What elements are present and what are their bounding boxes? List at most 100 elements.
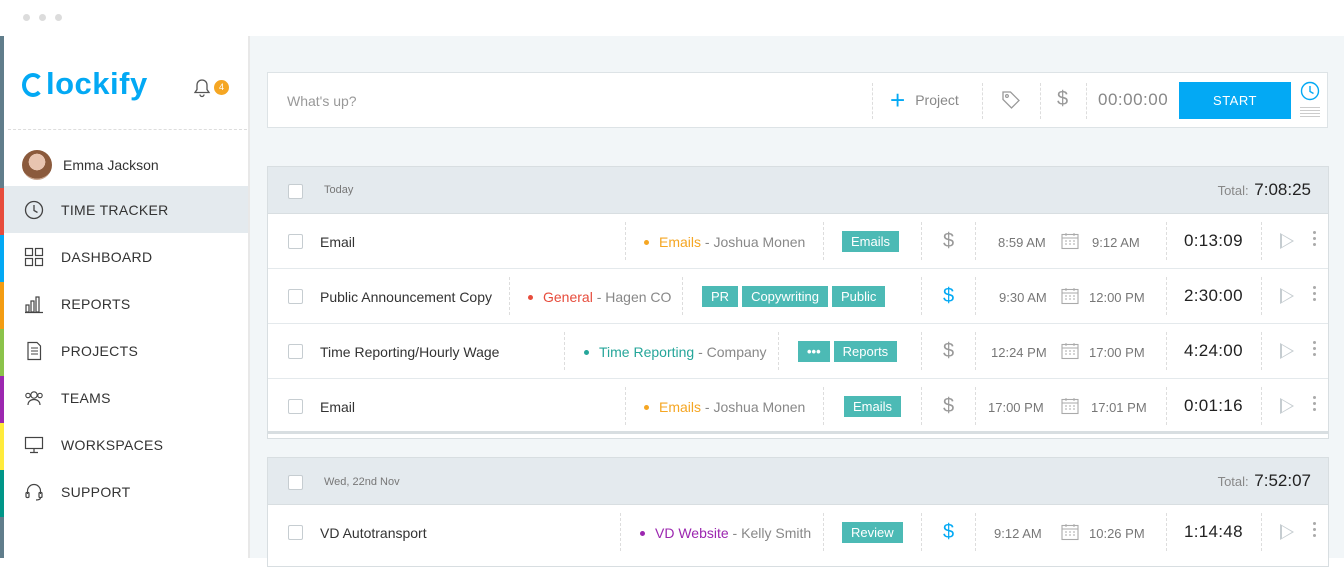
sidebar-item-time-tracker[interactable]: TIME TRACKER bbox=[4, 186, 248, 233]
manual-mode-list-icon[interactable] bbox=[1300, 107, 1320, 119]
day-group-header: Wed, 22nd Nov Total: 7:52:07 bbox=[268, 458, 1328, 505]
divider bbox=[975, 222, 976, 260]
entry-tags[interactable]: ••• Reports bbox=[798, 341, 898, 362]
entry-checkbox[interactable] bbox=[288, 525, 303, 540]
window-maximize-dot[interactable] bbox=[55, 14, 62, 21]
sidebar: lockify 4 Emma Jackson TIME TRACKER DASH… bbox=[4, 36, 252, 558]
entry-checkbox[interactable] bbox=[288, 399, 303, 414]
calendar-icon[interactable] bbox=[1061, 232, 1079, 250]
more-tags-chip: ••• bbox=[798, 341, 830, 362]
start-button[interactable]: START bbox=[1179, 82, 1291, 119]
project-client: - Company bbox=[694, 344, 767, 360]
entry-duration[interactable]: 0:01:16 bbox=[1184, 396, 1243, 416]
sidebar-item-support[interactable]: SUPPORT bbox=[4, 468, 248, 515]
billable-dollar-icon[interactable]: $ bbox=[1057, 88, 1068, 111]
billable-dollar-icon[interactable]: $ bbox=[943, 395, 954, 418]
billable-dollar-icon[interactable]: $ bbox=[943, 230, 954, 253]
play-icon[interactable] bbox=[1280, 398, 1294, 414]
entry-tags[interactable]: Emails bbox=[842, 231, 900, 252]
app: lockify 4 Emma Jackson TIME TRACKER DASH… bbox=[0, 36, 1344, 567]
group-checkbox[interactable] bbox=[288, 184, 303, 199]
divider bbox=[982, 83, 983, 119]
play-icon[interactable] bbox=[1280, 343, 1294, 359]
divider bbox=[921, 277, 922, 315]
description-input[interactable]: What's up? bbox=[287, 93, 357, 109]
sidebar-item-projects[interactable]: PROJECTS bbox=[4, 327, 248, 374]
calendar-icon[interactable] bbox=[1061, 523, 1079, 541]
more-vertical-icon[interactable] bbox=[1313, 341, 1316, 359]
window-minimize-dot[interactable] bbox=[39, 14, 46, 21]
sidebar-item-teams[interactable]: TEAMS bbox=[4, 374, 248, 421]
sidebar-item-dashboard[interactable]: DASHBOARD bbox=[4, 233, 248, 280]
tag-icon[interactable] bbox=[1001, 90, 1021, 110]
entry-checkbox[interactable] bbox=[288, 344, 303, 359]
window-close-dot[interactable] bbox=[23, 14, 30, 21]
entry-start-time[interactable]: 9:30 AM bbox=[999, 290, 1047, 305]
timer-mode-clock-icon[interactable] bbox=[1300, 81, 1320, 101]
calendar-icon[interactable] bbox=[1061, 397, 1079, 415]
entry-project[interactable]: General - Hagen CO bbox=[528, 289, 671, 305]
group-checkbox[interactable] bbox=[288, 475, 303, 490]
divider bbox=[975, 387, 976, 425]
entry-duration[interactable]: 1:14:48 bbox=[1184, 522, 1243, 542]
entry-description[interactable]: Email bbox=[320, 399, 355, 415]
sidebar-item-workspaces[interactable]: WORKSPACES bbox=[4, 421, 248, 468]
entry-start-time[interactable]: 12:24 PM bbox=[991, 345, 1047, 360]
calendar-icon[interactable] bbox=[1061, 287, 1079, 305]
sidebar-item-label: PROJECTS bbox=[61, 342, 139, 359]
entry-description[interactable]: VD Autotransport bbox=[320, 525, 427, 541]
entry-end-time[interactable]: 17:01 PM bbox=[1091, 400, 1147, 415]
entry-end-time[interactable]: 12:00 PM bbox=[1089, 290, 1145, 305]
entry-duration[interactable]: 2:30:00 bbox=[1184, 286, 1243, 306]
bell-icon[interactable] bbox=[192, 78, 212, 98]
entry-duration[interactable]: 0:13:09 bbox=[1184, 231, 1243, 251]
clockify-logo[interactable]: lockify bbox=[22, 66, 148, 102]
entry-end-time[interactable]: 10:26 PM bbox=[1089, 526, 1145, 541]
entry-end-time[interactable]: 9:12 AM bbox=[1092, 235, 1140, 250]
project-client: - Joshua Monen bbox=[701, 234, 806, 250]
entry-end-time[interactable]: 17:00 PM bbox=[1089, 345, 1145, 360]
more-vertical-icon[interactable] bbox=[1313, 286, 1316, 304]
play-icon[interactable] bbox=[1280, 524, 1294, 540]
divider bbox=[921, 222, 922, 260]
entry-duration[interactable]: 4:24:00 bbox=[1184, 341, 1243, 361]
project-client: - Kelly Smith bbox=[728, 525, 812, 541]
entry-project[interactable]: VD Website - Kelly Smith bbox=[640, 525, 811, 541]
divider bbox=[1166, 513, 1167, 551]
tag-chip: Review bbox=[842, 522, 903, 543]
entry-tags[interactable]: Review bbox=[842, 522, 903, 543]
project-name: Emails bbox=[659, 234, 702, 250]
entry-tags[interactable]: Emails bbox=[844, 396, 902, 417]
sidebar-item-reports[interactable]: REPORTS bbox=[4, 280, 248, 327]
entry-checkbox[interactable] bbox=[288, 289, 303, 304]
entry-description[interactable]: Email bbox=[320, 234, 355, 250]
divider bbox=[682, 277, 683, 315]
billable-dollar-icon[interactable]: $ bbox=[943, 285, 954, 308]
billable-dollar-icon[interactable]: $ bbox=[943, 340, 954, 363]
entry-description[interactable]: Time Reporting/Hourly Wage bbox=[320, 344, 499, 360]
billable-dollar-icon[interactable]: $ bbox=[943, 521, 954, 544]
divider bbox=[564, 332, 565, 370]
entry-start-time[interactable]: 17:00 PM bbox=[988, 400, 1044, 415]
more-vertical-icon[interactable] bbox=[1313, 396, 1316, 414]
entry-start-time[interactable]: 8:59 AM bbox=[998, 235, 1046, 250]
play-icon[interactable] bbox=[1280, 233, 1294, 249]
more-vertical-icon[interactable] bbox=[1313, 231, 1316, 249]
entry-project[interactable]: Time Reporting - Company bbox=[584, 344, 767, 360]
entry-description[interactable]: Public Announcement Copy bbox=[320, 289, 492, 305]
project-client: - Hagen CO bbox=[592, 289, 672, 305]
entry-project[interactable]: Emails - Joshua Monen bbox=[644, 399, 805, 415]
entry-project[interactable]: Emails - Joshua Monen bbox=[644, 234, 805, 250]
play-icon[interactable] bbox=[1280, 288, 1294, 304]
entry-start-time[interactable]: 9:12 AM bbox=[994, 526, 1042, 541]
entry-checkbox[interactable] bbox=[288, 234, 303, 249]
entry-tags[interactable]: PR Copywriting Public bbox=[702, 286, 886, 307]
more-vertical-icon[interactable] bbox=[1313, 522, 1316, 540]
project-picker[interactable]: + Project bbox=[890, 87, 959, 113]
divider bbox=[823, 222, 824, 260]
time-entry-row: VD Autotransport VD Website - Kelly Smit… bbox=[268, 505, 1328, 560]
project-color-dot bbox=[528, 294, 533, 300]
monitor-icon bbox=[24, 436, 44, 453]
user-profile[interactable]: Emma Jackson bbox=[22, 150, 159, 180]
calendar-icon[interactable] bbox=[1061, 342, 1079, 360]
